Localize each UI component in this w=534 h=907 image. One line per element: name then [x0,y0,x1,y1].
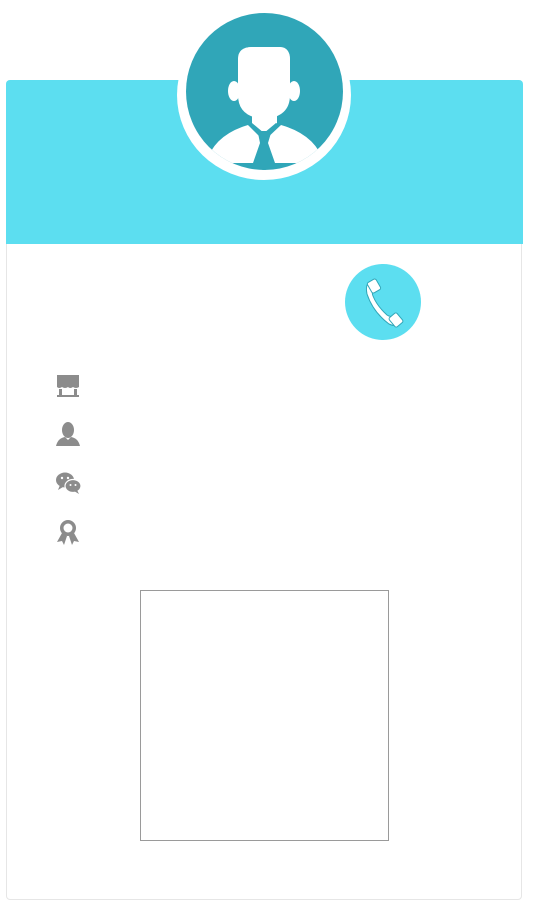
person-icon [56,422,80,446]
info-row-wechat [54,468,454,498]
store-icon [57,375,79,397]
call-button[interactable] [345,264,421,340]
wechat-icon [56,472,82,494]
info-row-award [54,517,454,547]
award-ribbon-icon [57,520,79,545]
businessman-avatar-icon [206,47,324,170]
phone-handset-icon [365,278,404,328]
info-row-person [54,419,454,449]
info-row-store [54,370,454,400]
qr-code-placeholder [140,590,389,841]
avatar [186,13,343,170]
